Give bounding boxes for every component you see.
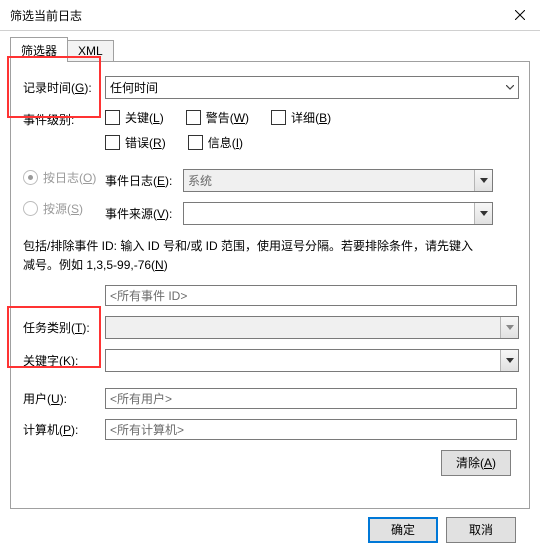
- ok-button[interactable]: 确定: [368, 517, 438, 543]
- window-title: 筛选当前日志: [10, 7, 82, 24]
- tab-strip: 筛选器 XML: [10, 39, 530, 62]
- clear-button[interactable]: 清除(A): [441, 450, 511, 476]
- chevron-down-icon: [474, 203, 492, 224]
- label-level: 事件级别:: [23, 109, 105, 128]
- titlebar: 筛选当前日志: [0, 0, 540, 31]
- checkbox-icon: [105, 135, 120, 150]
- input-event-id[interactable]: [105, 285, 517, 306]
- checkbox-icon: [271, 110, 286, 125]
- input-user[interactable]: [105, 388, 517, 409]
- dropdown-logged-text: 任何时间: [106, 79, 501, 96]
- dropdown-event-log[interactable]: 系统: [183, 169, 493, 192]
- info-text: 包括/排除事件 ID: 输入 ID 号和/或 ID 范围，使用逗号分隔。若要排除…: [23, 237, 517, 275]
- check-critical[interactable]: 关键(L): [105, 109, 164, 126]
- dropdown-logged[interactable]: 任何时间: [105, 76, 519, 99]
- close-button[interactable]: [500, 0, 540, 30]
- chevron-down-icon: [500, 317, 518, 338]
- chevron-down-icon: [474, 170, 492, 191]
- radio-icon: [23, 170, 38, 185]
- tab-panel-filter: 记录时间(G): 任何时间 事件级别: 关键(L): [10, 62, 530, 509]
- radio-by-source: 按源(S): [23, 200, 105, 217]
- radio-icon: [23, 201, 38, 216]
- label-task: 任务类别(T):: [23, 319, 105, 336]
- tab-filter[interactable]: 筛选器: [10, 37, 68, 62]
- label-event-log: 事件日志(E):: [105, 172, 183, 189]
- close-icon: [515, 10, 525, 20]
- check-error[interactable]: 错误(R): [105, 134, 166, 151]
- label-user: 用户(U):: [23, 390, 105, 407]
- dropdown-keyword[interactable]: [105, 349, 519, 372]
- label-logged: 记录时间(G):: [23, 79, 105, 96]
- check-warning[interactable]: 警告(W): [186, 109, 249, 126]
- dropdown-task[interactable]: [105, 316, 519, 339]
- label-event-source: 事件来源(V):: [105, 205, 183, 222]
- dropdown-event-log-text: 系统: [184, 172, 474, 189]
- chevron-down-icon: [501, 77, 518, 98]
- checkbox-icon: [105, 110, 120, 125]
- radio-by-log: 按日志(O): [23, 169, 105, 186]
- dropdown-event-source[interactable]: [183, 202, 493, 225]
- check-verbose[interactable]: 详细(B): [271, 109, 331, 126]
- label-computer: 计算机(P):: [23, 421, 105, 438]
- checkbox-icon: [186, 110, 201, 125]
- label-keyword: 关键字(K):: [23, 352, 105, 369]
- check-info[interactable]: 信息(I): [188, 134, 243, 151]
- chevron-down-icon: [500, 350, 518, 371]
- input-computer[interactable]: [105, 419, 517, 440]
- checkbox-icon: [188, 135, 203, 150]
- cancel-button[interactable]: 取消: [446, 517, 516, 543]
- tab-xml[interactable]: XML: [67, 40, 114, 61]
